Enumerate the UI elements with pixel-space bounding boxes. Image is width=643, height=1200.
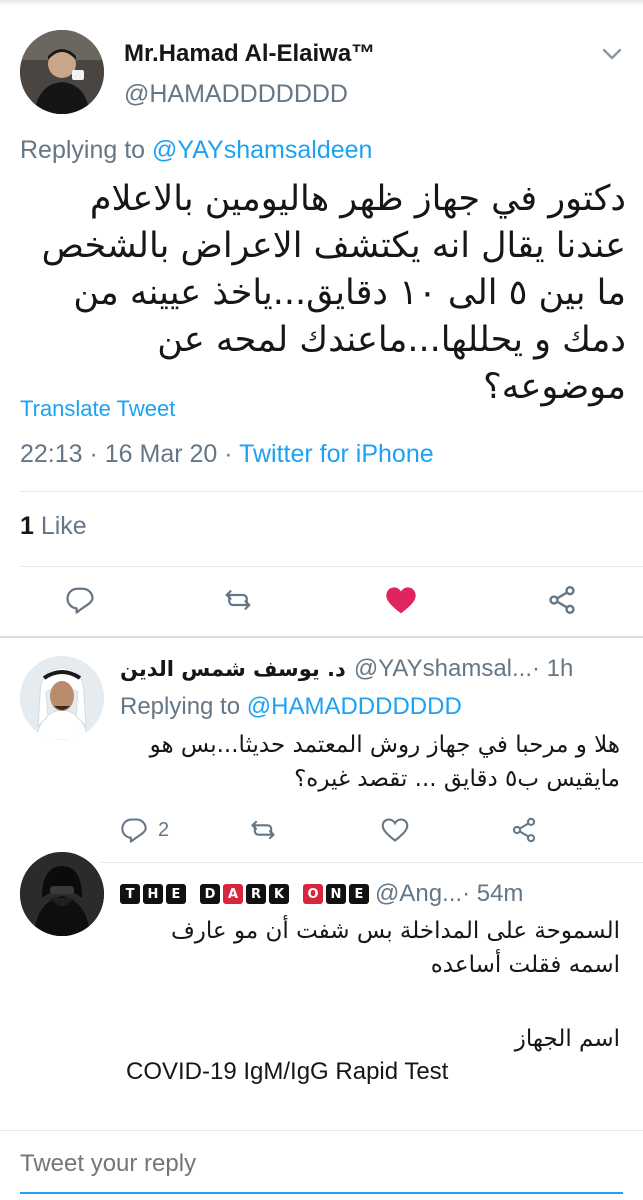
badge-letter: H — [143, 884, 163, 904]
likes-label: Like — [33, 512, 87, 540]
chevron-down-icon[interactable] — [600, 44, 624, 64]
share-icon[interactable] — [542, 582, 582, 618]
reply-count: 2 — [158, 818, 170, 841]
tweet-source-link[interactable]: Twitter for iPhone — [239, 440, 434, 468]
badge-letter: D — [200, 884, 220, 904]
section-divider — [0, 636, 643, 638]
badge-letter: O — [303, 884, 323, 904]
heart-outline-icon[interactable] — [381, 816, 409, 844]
replying-to-line: Replying to @YAYshamsaldeen — [20, 136, 372, 165]
reply-time: · 54m — [462, 880, 524, 907]
badge-letter: A — [223, 884, 243, 904]
reply-author-handle[interactable]: @YAYshamsal... — [354, 655, 532, 683]
reply-button[interactable]: 2 — [120, 816, 169, 844]
device-label: اسم الجهاز — [514, 1026, 620, 1052]
reply-icon[interactable] — [60, 582, 100, 618]
author-name[interactable]: Mr.Hamad Al-Elaiwa™ — [124, 40, 375, 68]
author-handle[interactable]: @HAMADDDDDDD — [124, 80, 348, 109]
avatar[interactable] — [20, 656, 104, 740]
timestamp: 22:13 · 16 Mar 20 · — [20, 440, 240, 468]
reply-time: · 1h — [532, 655, 574, 682]
tweet-meta: 22:13 · 16 Mar 20 · Twitter for iPhone — [20, 440, 434, 469]
badge-letter: E — [349, 884, 369, 904]
reply-header: T H E D A R K O N E @Ang... · 54m — [120, 880, 620, 908]
avatar[interactable] — [20, 30, 104, 114]
retweet-icon[interactable] — [218, 582, 258, 618]
badge-gap — [292, 884, 300, 904]
reply-input[interactable] — [20, 1150, 620, 1178]
badge-letter: N — [326, 884, 346, 904]
reply-text: السموحة على المداخلة بس شفت أن مو عارف ا… — [170, 918, 620, 978]
device-name: COVID-19 IgM/IgG Rapid Test — [126, 1058, 449, 1085]
likes-count[interactable]: 1 Like — [20, 512, 87, 541]
replying-to-link[interactable]: @YAYshamsaldeen — [152, 136, 372, 164]
input-underline — [20, 1192, 623, 1194]
translate-tweet-link[interactable]: Translate Tweet — [20, 396, 175, 422]
replying-to-line: Replying to @HAMADDDDDDD — [120, 693, 462, 721]
badge-letter: R — [246, 884, 266, 904]
badge-letter: T — [120, 884, 140, 904]
badge-gap — [189, 884, 197, 904]
retweet-icon[interactable] — [248, 816, 278, 844]
divider — [0, 1130, 643, 1131]
reply-author-name[interactable]: د. يوسف شمس الدين — [120, 657, 346, 681]
top-shadow — [0, 0, 643, 6]
likes-number: 1 — [20, 512, 34, 540]
divider — [20, 491, 643, 492]
reply-icon — [120, 816, 148, 844]
badge-letter: E — [166, 884, 186, 904]
divider — [100, 862, 643, 863]
divider — [20, 566, 643, 567]
replying-prefix: Replying to — [120, 693, 247, 720]
reply-text: هلا و مرحبا في جهاز روش المعتمد حديثا...… — [149, 732, 620, 792]
replying-to-link[interactable]: @HAMADDDDDDD — [247, 693, 462, 720]
badge-letter: K — [269, 884, 289, 904]
author-name-badge[interactable]: T H E D A R K O N E — [120, 884, 369, 904]
tweet-text: دكتور في جهاز ظهر هاليومين بالاعلام عندن… — [41, 179, 626, 407]
reply-header: د. يوسف شمس الدين @YAYshamsal... · 1h — [120, 655, 620, 683]
share-icon[interactable] — [510, 816, 538, 844]
replying-prefix: Replying to — [20, 136, 153, 164]
avatar[interactable] — [20, 852, 104, 936]
reply-author-handle[interactable]: @Ang... — [375, 880, 462, 908]
heart-icon[interactable] — [381, 582, 421, 618]
